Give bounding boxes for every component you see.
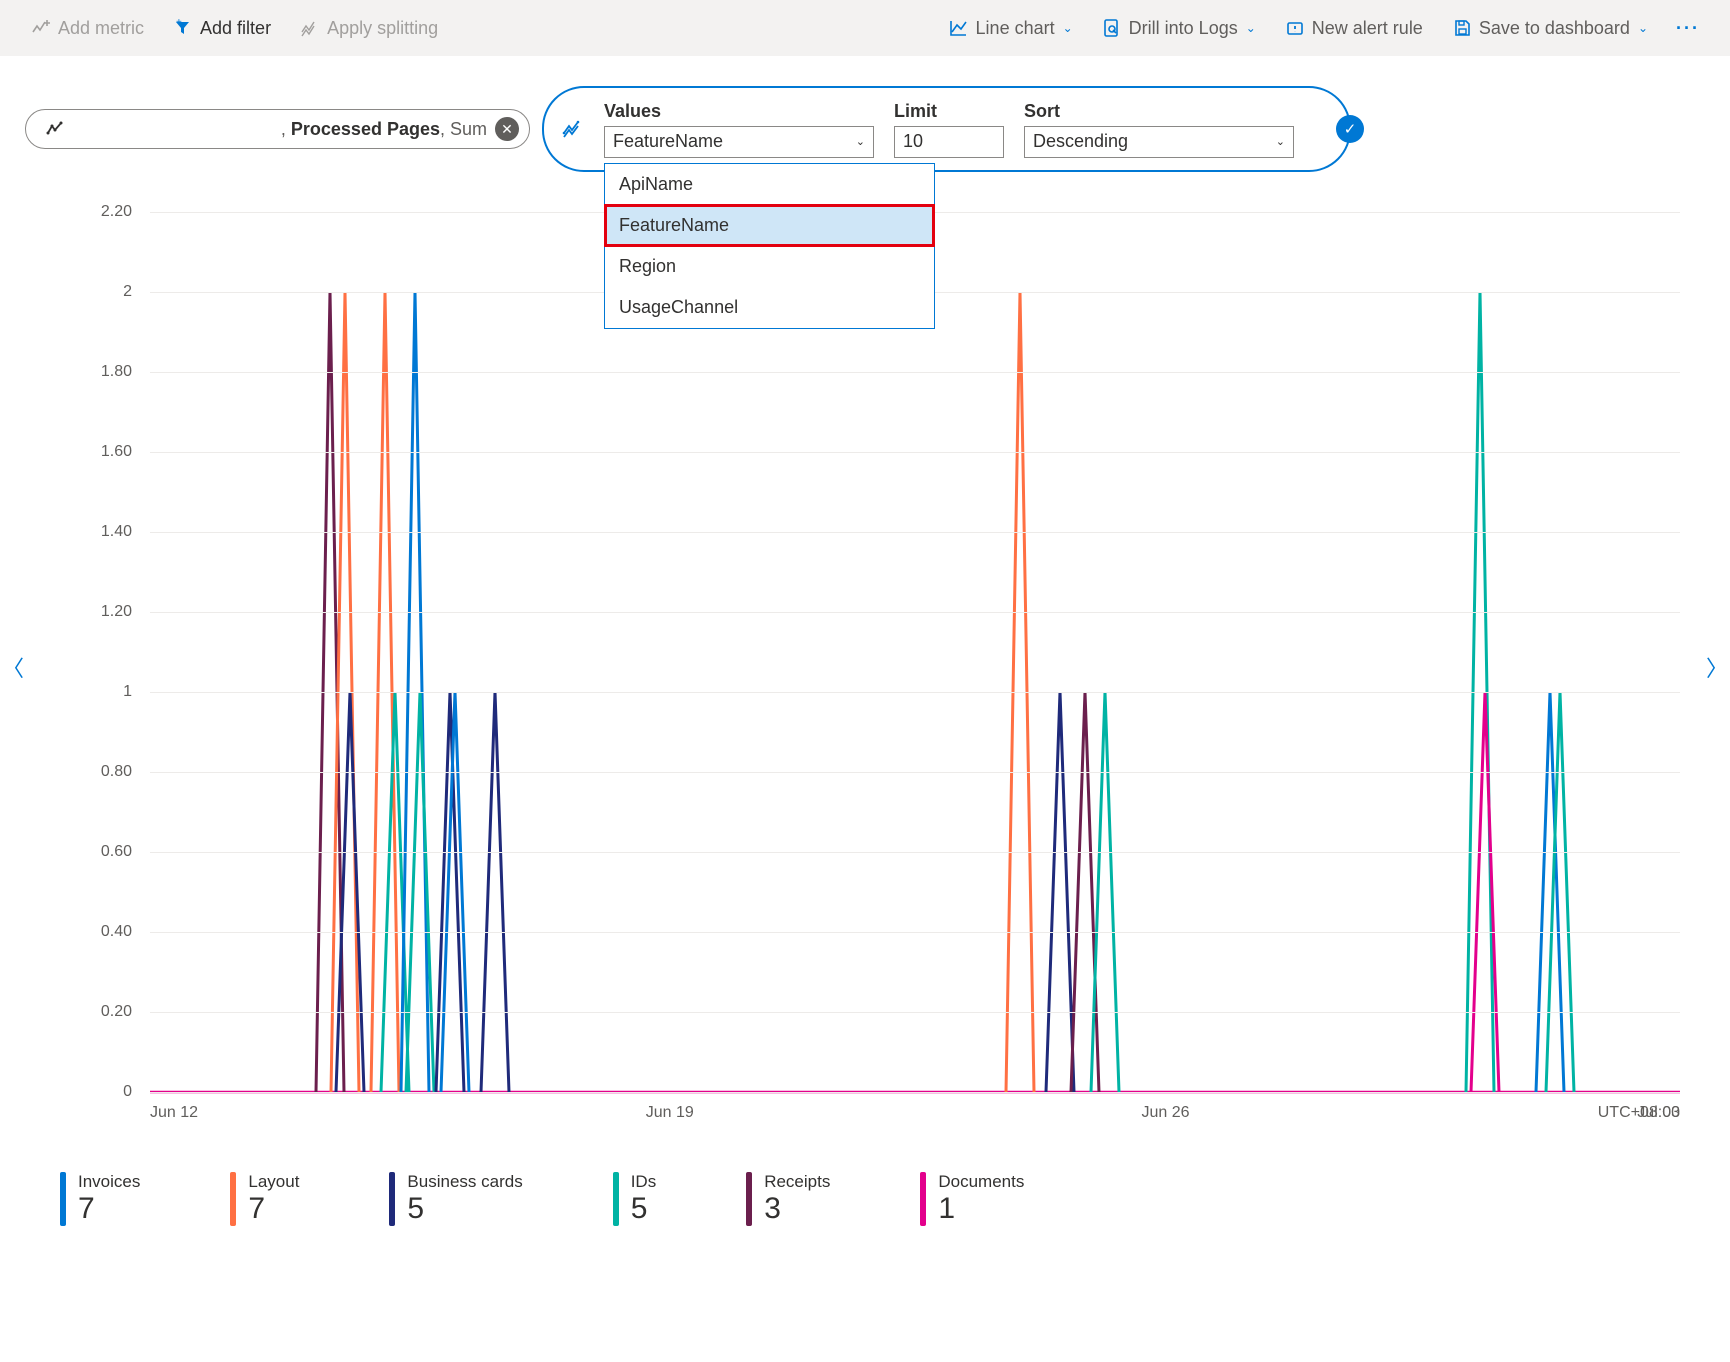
legend-series-value: 5 [407,1192,522,1226]
y-tick-label: 0.80 [80,763,140,781]
dropdown-option[interactable]: ApiName [605,164,934,205]
sort-label: Sort [1024,101,1294,122]
legend: Invoices7Layout7Business cards5IDs5Recei… [0,1162,1730,1236]
alert-icon [1284,17,1306,39]
save-dashboard-button[interactable]: Save to dashboard ⌄ [1441,11,1658,45]
values-select[interactable]: FeatureName ⌄ [604,126,874,158]
metric-pill[interactable]: , Processed Pages, Sum ✕ [25,109,530,149]
dropdown-option[interactable]: UsageChannel [605,287,934,328]
chart-svg [150,212,1680,1096]
line-chart-icon [948,17,970,39]
legend-series-value: 1 [938,1192,1024,1226]
add-metric-icon [30,17,52,39]
y-tick-label: 2.20 [80,203,140,221]
x-tick-label: Jun 12 [150,1104,198,1122]
limit-label: Limit [894,101,1004,122]
x-tick-label: Jun 26 [1142,1104,1190,1122]
y-tick-label: 0.20 [80,1003,140,1021]
chevron-down-icon: ⌄ [1638,21,1648,35]
split-series-icon [562,118,584,140]
legend-series-value: 5 [631,1192,657,1226]
y-tick-label: 1 [80,683,140,701]
confirm-split-icon[interactable]: ✓ [1336,115,1364,143]
metric-icon [44,118,66,140]
y-tick-label: 0.40 [80,923,140,941]
sort-select[interactable]: Descending ⌄ [1024,126,1294,158]
svg-text:+: + [176,18,182,28]
legend-color-bar [230,1172,236,1226]
legend-series-value: 7 [78,1192,140,1226]
line-chart-label: Line chart [976,18,1055,39]
legend-series-value: 7 [248,1192,299,1226]
values-label: Values [604,101,874,122]
save-icon [1451,17,1473,39]
add-filter-label: Add filter [200,18,271,39]
legend-item[interactable]: Invoices7 [60,1172,140,1226]
toolbar: Add metric + Add filter Apply splitting … [0,0,1730,56]
y-tick-label: 2 [80,283,140,301]
legend-item[interactable]: IDs5 [613,1172,657,1226]
chart-next-icon[interactable]: 〉 [1706,651,1728,683]
dropdown-option[interactable]: FeatureName [605,205,934,246]
sort-selected: Descending [1033,131,1128,152]
more-button[interactable]: ··· [1666,12,1710,45]
new-alert-label: New alert rule [1312,18,1423,39]
metric-text: , Processed Pages, Sum [74,119,487,140]
legend-color-bar [746,1172,752,1226]
legend-color-bar [613,1172,619,1226]
remove-metric-icon[interactable]: ✕ [495,117,519,141]
limit-input[interactable]: 10 [894,126,1004,158]
chart-canvas: 2.2021.801.601.401.2010.800.600.400.200J… [40,212,1690,1162]
legend-color-bar [389,1172,395,1226]
tz-label: UTC+08:00 [1598,1104,1680,1122]
legend-item[interactable]: Layout7 [230,1172,299,1226]
chevron-down-icon: ⌄ [856,135,865,148]
legend-color-bar [60,1172,66,1226]
x-tick-label: Jun 19 [646,1104,694,1122]
y-tick-label: 0 [80,1083,140,1101]
y-tick-label: 1.40 [80,523,140,541]
legend-series-name: Receipts [764,1172,830,1192]
chevron-down-icon: ⌄ [1246,21,1256,35]
line-chart-button[interactable]: Line chart ⌄ [938,11,1083,45]
legend-series-value: 3 [764,1192,830,1226]
y-tick-label: 0.60 [80,843,140,861]
config-row: , Processed Pages, Sum ✕ Values FeatureN… [0,56,1730,172]
y-tick-label: 1.20 [80,603,140,621]
chart-prev-icon[interactable]: 〈 [2,651,24,683]
legend-series-name: IDs [631,1172,657,1192]
new-alert-button[interactable]: New alert rule [1274,11,1433,45]
legend-series-name: Invoices [78,1172,140,1192]
legend-series-name: Documents [938,1172,1024,1192]
values-dropdown: ApiName FeatureName Region UsageChannel [604,163,935,329]
drill-logs-icon [1101,17,1123,39]
drill-logs-button[interactable]: Drill into Logs ⌄ [1091,11,1266,45]
values-selected: FeatureName [613,131,723,152]
apply-splitting-label: Apply splitting [327,18,438,39]
legend-series-name: Layout [248,1172,299,1192]
legend-item[interactable]: Documents1 [920,1172,1024,1226]
splitting-config: Values FeatureName ⌄ ApiName FeatureName… [542,86,1351,172]
split-icon [299,17,321,39]
add-metric-label: Add metric [58,18,144,39]
chevron-down-icon: ⌄ [1063,21,1073,35]
apply-splitting-button[interactable]: Apply splitting [289,11,448,45]
legend-item[interactable]: Business cards5 [389,1172,522,1226]
legend-series-name: Business cards [407,1172,522,1192]
dropdown-option[interactable]: Region [605,246,934,287]
add-filter-button[interactable]: + Add filter [162,11,281,45]
chevron-down-icon: ⌄ [1276,135,1285,148]
y-tick-label: 1.80 [80,363,140,381]
add-metric-button[interactable]: Add metric [20,11,154,45]
filter-icon: + [172,17,194,39]
save-dashboard-label: Save to dashboard [1479,18,1630,39]
y-tick-label: 1.60 [80,443,140,461]
legend-item[interactable]: Receipts3 [746,1172,830,1226]
drill-logs-label: Drill into Logs [1129,18,1238,39]
legend-color-bar [920,1172,926,1226]
